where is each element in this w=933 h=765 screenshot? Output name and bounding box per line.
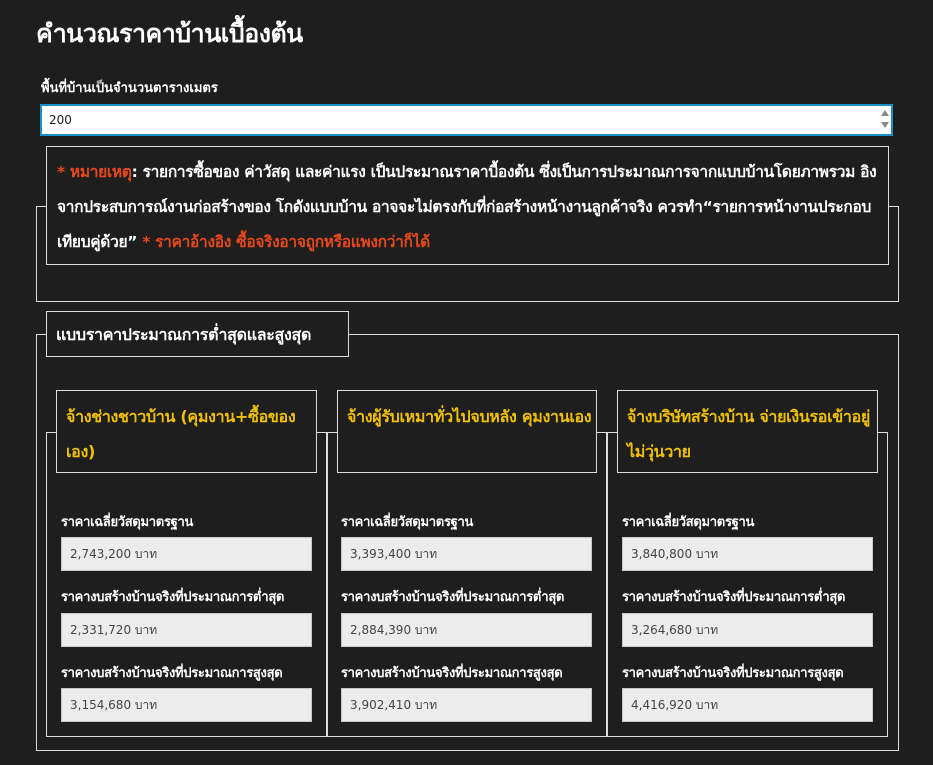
column-title-1: จ้างช่างชาวบ้าน (คุมงาน+ซื้อของเอง) <box>56 390 317 473</box>
note-marker: * หมายเหตุ <box>57 163 132 181</box>
estimate-heading: แบบราคาประมาณการต่ำสุดและสูงสุด <box>46 311 349 357</box>
min-budget-label: ราคางบสร้างบ้านจริงที่ประมาณการต่ำสุด <box>341 590 565 605</box>
max-budget-label: ราคางบสร้างบ้านจริงที่ประมาณการสูงสุด <box>622 666 844 681</box>
max-budget-label: ราคางบสร้างบ้านจริงที่ประมาณการสูงสุด <box>61 666 283 681</box>
max-budget-value: 4,416,920 บาท <box>622 688 873 722</box>
area-label: พื้นที่บ้านเป็นจำนวนตารางเมตร <box>41 81 218 96</box>
avg-material-value: 3,840,800 บาท <box>622 537 873 571</box>
page-title: คำนวณราคาบ้านเบื้องต้น <box>36 19 303 48</box>
min-budget-label: ราคางบสร้างบ้านจริงที่ประมาณการต่ำสุด <box>622 590 846 605</box>
avg-material-value: 2,743,200 บาท <box>61 537 312 571</box>
column-title-2: จ้างผู้รับเหมาทั่วไปจบหลัง คุมงานเอง <box>337 390 597 473</box>
avg-material-label: ราคาเฉลี่ยวัสดุมาตรฐาน <box>61 515 194 530</box>
max-budget-label: ราคางบสร้างบ้านจริงที่ประมาณการสูงสุด <box>341 666 563 681</box>
avg-material-label: ราคาเฉลี่ยวัสดุมาตรฐาน <box>622 515 755 530</box>
avg-material-label: ราคาเฉลี่ยวัสดุมาตรฐาน <box>341 515 474 530</box>
max-budget-value: 3,902,410 บาท <box>341 688 592 722</box>
spinner-up-icon[interactable] <box>881 110 889 116</box>
spinner-down-icon[interactable] <box>881 122 889 128</box>
min-budget-value: 3,264,680 บาท <box>622 613 873 647</box>
min-budget-label: ราคางบสร้างบ้านจริงที่ประมาณการต่ำสุด <box>61 590 285 605</box>
column-title-3: จ้างบริษัทสร้างบ้าน จ่ายเงินรอเข้าอยู่ ไ… <box>617 390 878 473</box>
area-input[interactable] <box>40 104 893 136</box>
avg-material-value: 3,393,400 บาท <box>341 537 592 571</box>
min-budget-value: 2,331,720 บาท <box>61 613 312 647</box>
number-spinner[interactable] <box>880 108 891 132</box>
note-warning: * ราคาอ้างอิง ซื้อจริงอาจถูกหรือแพงกว่าก… <box>142 233 430 251</box>
calculator-page: คำนวณราคาบ้านเบื้องต้น พื้นที่บ้านเป็นจำ… <box>0 0 933 765</box>
min-budget-value: 2,884,390 บาท <box>341 613 592 647</box>
note-box: * หมายเหตุ: รายการซื้อของ ค่าวัสดุ และค่… <box>46 146 889 265</box>
max-budget-value: 3,154,680 บาท <box>61 688 312 722</box>
